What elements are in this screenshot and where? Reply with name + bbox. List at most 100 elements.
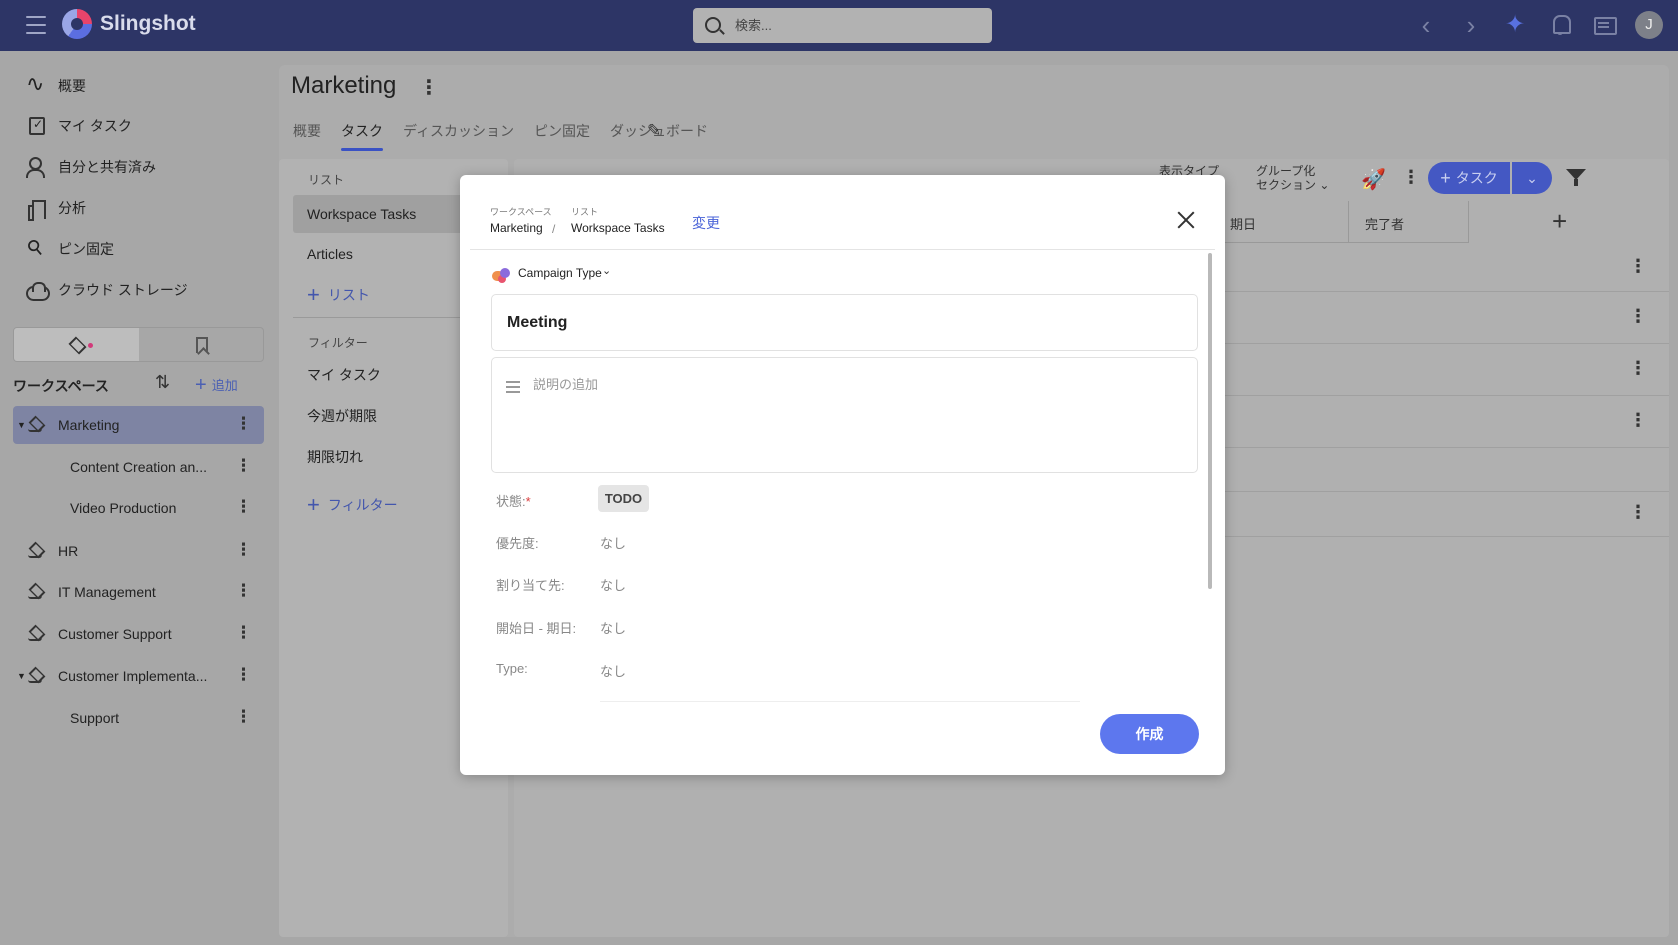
column-header-due-date[interactable]: 期日 [1214,201,1349,243]
add-task-label: タスク [1455,170,1498,186]
workspace-item-video-production[interactable]: Video Production [13,489,264,527]
tab-pinned[interactable]: ピン固定 [534,121,590,151]
sort-icon[interactable]: ⇅ [155,372,170,393]
bookmark-icon [195,337,208,353]
dates-field-label: 開始日 - 期日: [496,621,577,636]
breadcrumb-workspace: Marketing [490,221,543,235]
filter-icon[interactable] [1566,167,1588,187]
chevron-down-icon[interactable]: ⌄ [602,264,611,277]
chevron-right-icon[interactable]: › [1459,12,1483,38]
modal-scrollbar[interactable] [1208,253,1212,589]
segment-workspaces[interactable] [14,328,139,361]
workspace-item-marketing[interactable]: ▼ Marketing [13,406,264,444]
more-options-icon[interactable]: ⋮ [1629,306,1647,327]
add-task-button[interactable]: + タスク [1428,162,1510,194]
nav-shared-label: 自分と共有済み [58,159,156,175]
notification-dot [88,343,93,348]
nav-overview[interactable]: 概要 [26,71,86,98]
layers-icon [68,337,86,353]
workspace-item-customer-implementation[interactable]: ▼ Customer Implementa... [13,657,264,695]
nav-my-tasks[interactable]: マイ タスク [26,114,132,138]
dates-value[interactable]: なし [600,618,626,637]
required-asterisk: * [525,494,531,509]
chevron-left-icon[interactable]: ‹ [1414,12,1438,38]
segment-bookmarks[interactable] [139,328,264,361]
assignee-field-label: 割り当て先: [496,578,565,593]
more-options-icon[interactable]: ⋮ [1629,256,1647,277]
workspace-label: Customer Implementa... [58,668,208,684]
caret-down-icon[interactable]: ▼ [17,671,26,681]
hamburger-menu-icon[interactable] [26,16,46,34]
nav-analytics[interactable]: 分析 [26,196,86,221]
assignee-value[interactable]: なし [600,575,626,594]
nav-my-tasks-label: マイ タスク [58,118,132,134]
status-field-label: 状態:* [496,491,531,510]
chat-icon[interactable] [1592,13,1617,37]
more-options-icon[interactable] [235,414,252,434]
layers-icon [27,668,45,684]
breadcrumb-separator: / [552,222,556,236]
search-input[interactable] [735,15,975,35]
priority-value[interactable]: なし [600,533,626,552]
more-options-icon[interactable] [235,540,252,560]
nav-analytics-label: 分析 [58,200,86,216]
change-location-link[interactable]: 変更 [692,213,720,233]
task-type-selector[interactable]: Campaign Type [518,266,602,280]
more-options-icon[interactable] [235,497,252,517]
more-options-icon[interactable] [235,581,252,601]
group-by-label: グループ化 [1256,164,1316,178]
nav-cloud-label: クラウド ストレージ [58,282,188,298]
text-lines-icon [506,381,520,393]
pencil-edit-icon[interactable]: ✎ [647,121,661,141]
create-button[interactable]: 作成 [1100,714,1199,754]
more-options-icon[interactable] [235,456,252,476]
breadcrumb-list-caption: リスト [571,207,599,217]
search-bar[interactable] [693,8,992,43]
add-task-dropdown-icon[interactable]: ⌄ [1512,162,1552,194]
group-by-toggle[interactable]: グループ化 セクション ⌄ [1256,164,1329,192]
status-chip[interactable]: TODO [598,485,649,512]
tab-tasks[interactable]: タスク [341,121,383,151]
more-options-icon[interactable] [235,623,252,643]
notification-bell-icon[interactable] [1548,13,1572,37]
add-workspace-button[interactable]: + 追加 [195,375,238,395]
breadcrumb-list: Workspace Tasks [571,221,665,235]
workspace-item-content-creation[interactable]: Content Creation an... [13,448,264,486]
more-options-icon[interactable]: ⋮ [419,75,439,100]
more-options-icon[interactable] [235,707,252,727]
more-options-icon[interactable]: ⋮ [1629,410,1647,431]
nav-cloud-storage[interactable]: クラウド ストレージ [26,278,188,302]
workspace-item-customer-support[interactable]: Customer Support [13,615,264,653]
workspace-item-support[interactable]: Support [13,699,264,737]
bar-chart-icon [26,197,48,221]
workspace-item-hr[interactable]: HR [13,532,264,570]
sparkle-ai-icon[interactable]: ✦ [1503,13,1527,37]
description-field[interactable]: 説明の追加 [491,357,1198,473]
task-title-input[interactable] [491,294,1198,351]
more-options-icon[interactable]: ⋮ [1402,167,1420,188]
add-list-button[interactable]: + リスト [307,284,370,306]
cloud-icon [26,279,50,301]
tab-discussion[interactable]: ディスカッション [403,121,514,151]
add-list-label: リスト [327,287,370,303]
close-icon[interactable] [1177,211,1195,229]
add-column-icon[interactable]: + [1552,206,1567,237]
nav-pinned[interactable]: ピン固定 [26,237,114,261]
rocket-icon[interactable]: 🚀 [1361,167,1386,192]
nav-shared-with-me[interactable]: 自分と共有済み [26,155,156,179]
user-avatar[interactable]: J [1635,11,1663,39]
column-header-completed-by[interactable]: 完了者 [1349,201,1469,243]
add-workspace-label: 追加 [211,378,238,393]
more-options-icon[interactable]: ⋮ [1629,502,1647,523]
add-filter-button[interactable]: + フィルター [307,494,398,516]
pulse-icon [26,71,48,97]
add-filter-label: フィルター [327,497,398,513]
workspace-item-it-management[interactable]: IT Management [13,573,264,611]
type-value[interactable]: なし [600,661,626,680]
more-options-icon[interactable]: ⋮ [1629,358,1647,379]
more-options-icon[interactable] [235,665,252,685]
top-bar: Slingshot ‹ › ✦ J [0,0,1678,51]
tab-overview[interactable]: 概要 [293,121,321,151]
layers-icon [27,626,45,642]
caret-down-icon[interactable]: ▼ [17,420,26,430]
